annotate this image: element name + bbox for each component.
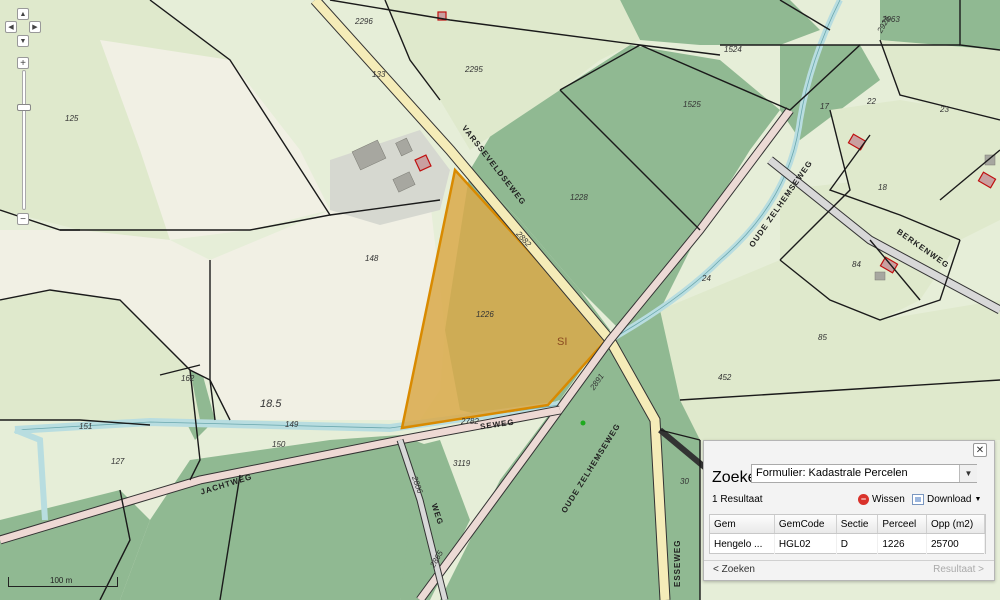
cell-gemcode: HGL02 xyxy=(774,533,837,554)
parcel-label: 23 xyxy=(939,105,949,114)
result-count: 1 Resultaat xyxy=(712,494,763,505)
parcel-label: 452 xyxy=(718,373,732,382)
table-header-row: Gem GemCode Sectie Perceel Opp (m2) xyxy=(710,515,986,534)
parcel-label: 22 xyxy=(866,97,876,106)
parcel-label: 148 xyxy=(365,254,379,263)
table-row[interactable]: Hengelo ... HGL02 D 1226 25700 xyxy=(710,533,986,554)
road-label-bottom: ESSEWEG xyxy=(673,540,682,587)
column-header-perceel[interactable]: Perceel xyxy=(877,515,927,534)
column-header-gem[interactable]: Gem xyxy=(710,515,775,534)
pan-down-button[interactable]: ▼ xyxy=(17,35,29,47)
column-header-gemcode[interactable]: GemCode xyxy=(774,515,837,534)
cell-opp: 25700 xyxy=(926,533,986,554)
pan-left-button[interactable]: ◀ xyxy=(5,21,17,33)
pan-up-button[interactable]: ▲ xyxy=(17,8,29,20)
next-result-link: Resultaat > xyxy=(933,564,984,575)
parcel-label: 149 xyxy=(285,420,299,429)
parcel-label: 24 xyxy=(701,274,711,283)
clear-button-label: Wissen xyxy=(872,493,905,505)
download-button[interactable]: Download ▼ xyxy=(912,491,981,507)
parcel-label: 2296 xyxy=(354,17,373,26)
panel-footer: < Zoeken Resultaat > xyxy=(704,560,994,580)
download-button-label: Download xyxy=(927,493,972,505)
zoom-in-button[interactable]: + xyxy=(17,57,29,69)
parcel-label: 150 xyxy=(272,440,286,449)
pan-right-button[interactable]: ▶ xyxy=(29,21,41,33)
parcel-label: 17 xyxy=(820,102,829,111)
parcel-label: 162 xyxy=(181,374,195,383)
parcel-label: 85 xyxy=(818,333,827,342)
cell-sectie: D xyxy=(836,533,879,554)
parcel-label: 18 xyxy=(878,183,887,192)
cell-gem: Hengelo ... xyxy=(710,533,775,554)
parcel-label: 2295 xyxy=(464,65,483,74)
zoom-out-button[interactable]: − xyxy=(17,213,29,225)
parcel-label: 2782 xyxy=(460,417,479,426)
scale-label: 100 m xyxy=(50,576,73,585)
landuse-code: SI xyxy=(557,336,567,348)
parcel-label: 1524 xyxy=(724,45,742,54)
chevron-down-icon[interactable]: ▼ xyxy=(959,465,977,482)
clear-icon: − xyxy=(858,493,869,505)
zoom-slider-handle[interactable] xyxy=(17,104,31,111)
back-to-search-link[interactable]: < Zoeken xyxy=(713,564,755,575)
cell-perceel: 1226 xyxy=(877,533,927,554)
column-header-sectie[interactable]: Sectie xyxy=(836,515,879,534)
close-panel-button[interactable]: ✕ xyxy=(973,443,987,457)
parcel-label: 151 xyxy=(79,422,92,431)
parcel-label: 125 xyxy=(65,114,79,123)
caret-down-icon: ▼ xyxy=(974,495,982,503)
contour-label: 18.5 xyxy=(260,398,282,410)
parcel-label: 3119 xyxy=(453,459,471,468)
parcel-label: 127 xyxy=(111,457,125,466)
search-form-select[interactable]: Formulier: Kadastrale Percelen xyxy=(751,464,977,483)
zoom-slider[interactable] xyxy=(22,70,26,210)
parcel-label: 1525 xyxy=(683,100,701,109)
parcel-label-selected: 1226 xyxy=(476,310,494,319)
parcel-label: 133 xyxy=(372,70,386,79)
download-icon xyxy=(912,493,924,505)
parcel-label: 84 xyxy=(852,260,861,269)
parcel-label: 1228 xyxy=(570,193,588,202)
result-table: Gem GemCode Sectie Perceel Opp (m2) Heng… xyxy=(709,514,986,554)
point-marker xyxy=(580,420,586,426)
clear-button[interactable]: − Wissen xyxy=(858,491,905,507)
parcel-label: 30 xyxy=(680,477,689,486)
column-header-opp[interactable]: Opp (m2) xyxy=(926,515,986,534)
